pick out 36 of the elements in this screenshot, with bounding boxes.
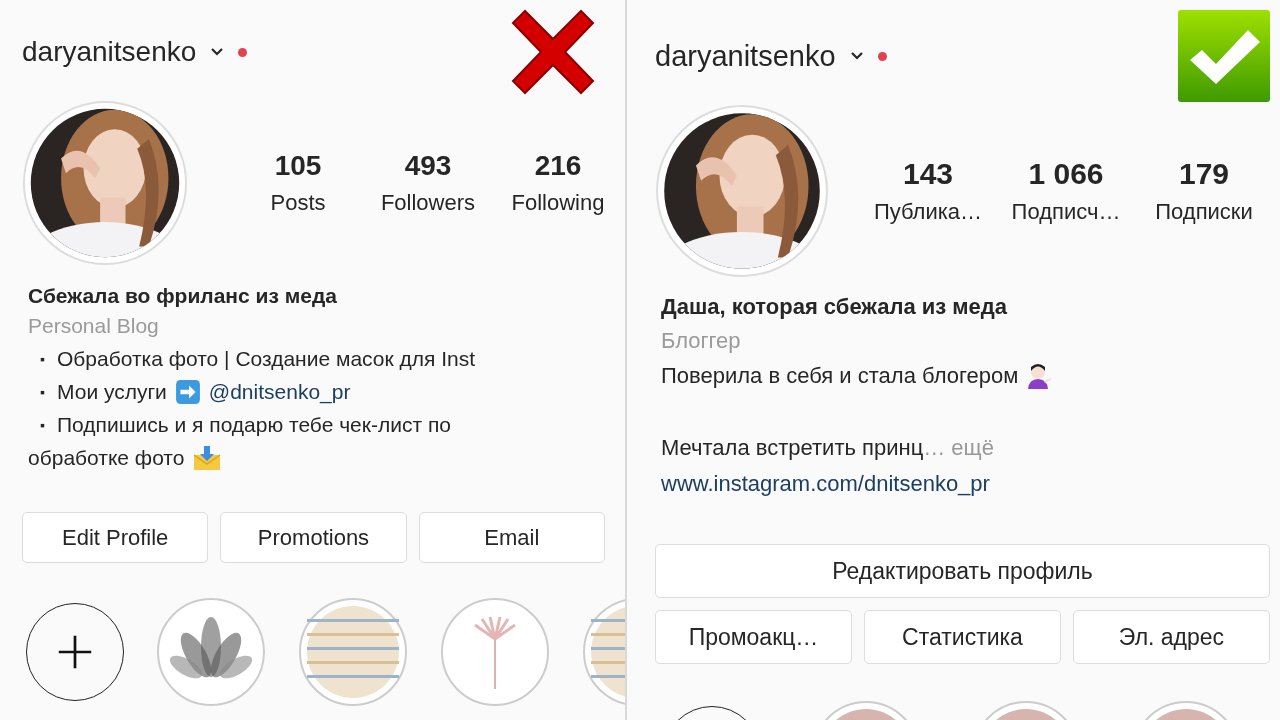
bio-text: обработке фото [28, 445, 185, 470]
bio-text: Мечтала встретить принц [661, 435, 924, 461]
stat-label[interactable]: Posts [270, 190, 326, 216]
bio-text: Обработка фото | Создание масок для Inst [56, 346, 476, 371]
stat-label[interactable]: Followers [380, 190, 476, 216]
stat-label[interactable]: Подписч… [1011, 199, 1121, 225]
profile-name: Сбежала во фриланс из меда [28, 284, 338, 308]
profile-button[interactable]: Edit Profile [22, 512, 209, 563]
stat-count[interactable]: 105 [274, 150, 322, 182]
stat-count[interactable]: 493 [404, 150, 452, 182]
bullet: ▪ [39, 383, 45, 400]
profile-button[interactable]: Promotions [220, 512, 407, 563]
bio-text: Мои услуги [56, 379, 167, 404]
profile-button[interactable]: Статистика [864, 610, 1061, 664]
profile-name: Даша, которая сбежала из меда [661, 294, 1009, 320]
bio-text: Поверила в себя и стала блогером [661, 363, 1019, 389]
bio-link[interactable]: www.instagram.com/dnitsenko_pr [661, 471, 990, 497]
profile-button[interactable]: Редактировать профиль [655, 544, 1270, 598]
stat-count[interactable]: 216 [534, 150, 582, 182]
username[interactable]: daryanitsenko [22, 36, 197, 68]
category-label: Блоггер [661, 328, 742, 354]
profile-button[interactable]: Промоакц… [655, 610, 852, 664]
bio-text: Подпишись и я подарю тебе чек-лист по [56, 412, 451, 437]
bullet: ▪ [39, 350, 45, 367]
bio-link[interactable]: @dnitsenko_pr [208, 379, 351, 404]
stat-count[interactable]: 1 066 [1028, 157, 1104, 191]
stat-label[interactable]: Подписки [1155, 199, 1253, 225]
stat-count[interactable]: 179 [1178, 157, 1230, 191]
stat-label[interactable]: Публика… [873, 199, 983, 225]
stat-count[interactable]: 143 [902, 157, 954, 191]
username[interactable]: daryanitsenko [655, 39, 836, 73]
profile-button[interactable]: Email [418, 512, 605, 563]
stat-label[interactable]: Following [511, 190, 605, 216]
bullet: ▪ [39, 416, 45, 433]
profile-button[interactable]: Эл. адрес [1073, 610, 1270, 664]
category-label: Personal Blog [28, 314, 160, 338]
